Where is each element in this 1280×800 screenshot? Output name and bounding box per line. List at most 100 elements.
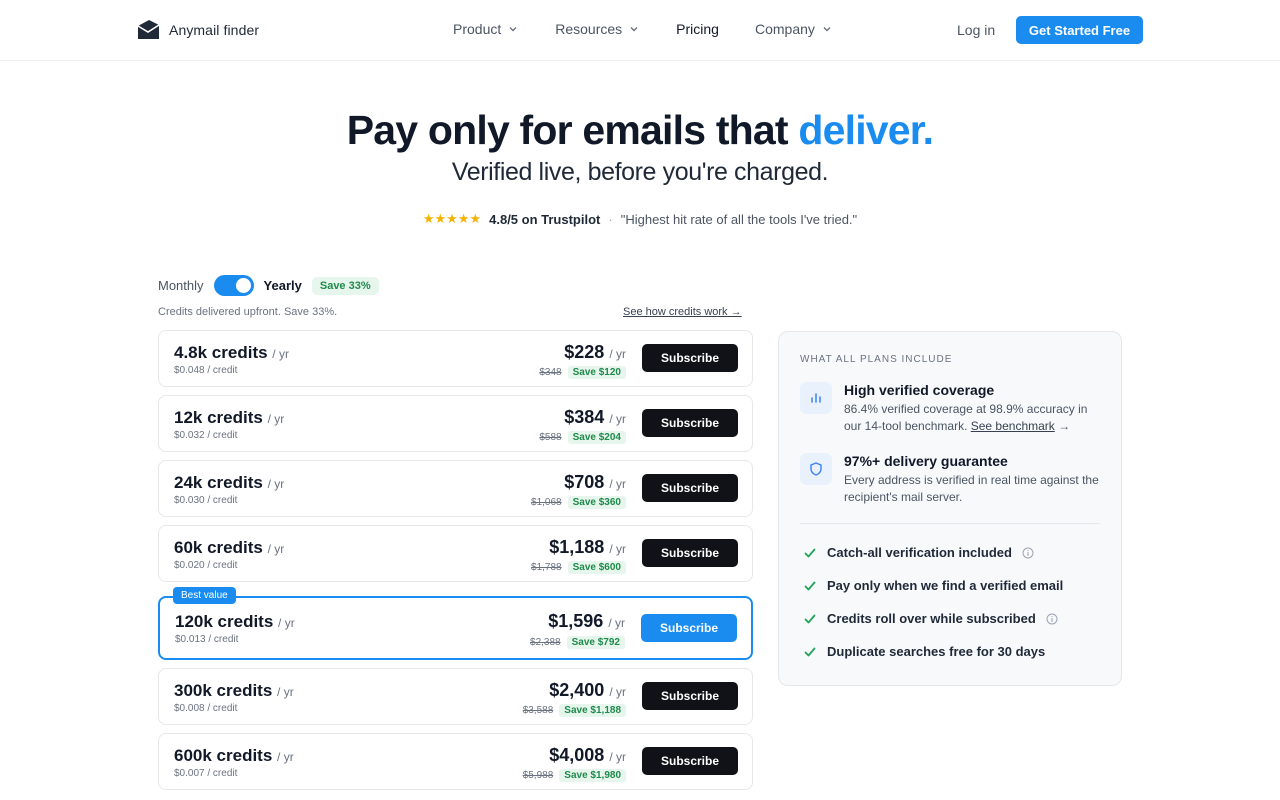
plan-row: 60k credits / yr $0.020 / credit $1,188 …	[158, 525, 753, 582]
nav-resources[interactable]: Resources	[555, 21, 640, 37]
plan-per-credit: $0.008 / credit	[174, 703, 238, 714]
shield-icon	[800, 453, 832, 485]
plan-price-value: $1,188	[549, 537, 605, 557]
subscribe-button[interactable]: Subscribe	[642, 682, 738, 710]
login-link[interactable]: Log in	[957, 22, 995, 38]
plan-price-value: $4,008	[549, 745, 605, 765]
check-item-label: Duplicate searches free for 30 days	[827, 644, 1046, 659]
best-value-badge: Best value	[173, 587, 236, 604]
plan-original-price: $5,988	[522, 770, 554, 781]
subscribe-button[interactable]: Subscribe	[642, 344, 738, 372]
check-icon	[804, 548, 816, 557]
check-item: Duplicate searches free for 30 days	[803, 644, 1045, 659]
check-item-label: Credits roll over while subscribed	[827, 611, 1036, 626]
page-title: Pay only for emails that deliver.	[0, 107, 1280, 154]
nav-pricing[interactable]: Pricing	[676, 21, 719, 37]
plan-price-unit: / yr	[609, 412, 626, 426]
plan-price-unit: / yr	[609, 477, 626, 491]
plan-credits-unit: / yr	[267, 477, 285, 491]
monthly-label[interactable]: Monthly	[158, 278, 204, 293]
check-item: Catch-all verification included	[803, 545, 1034, 560]
plan-original-price: $2,388	[530, 637, 561, 648]
plan-savings: $588 Save $204	[539, 431, 626, 444]
plan-original-price: $348	[539, 367, 562, 378]
info-icon[interactable]	[1022, 547, 1034, 559]
plan-savings: $5,988 Save $1,980	[523, 769, 626, 782]
credits-info-link[interactable]: See how credits work →	[623, 306, 742, 318]
plan-save-badge: Save $120	[567, 366, 626, 379]
arrow-right-icon: →	[1058, 419, 1071, 433]
plan-price: $2,400 / yr	[549, 680, 626, 701]
check-icon	[804, 647, 816, 656]
plan-price: $384 / yr	[564, 407, 626, 428]
plan-per-credit: $0.048 / credit	[174, 365, 238, 376]
check-item-label: Catch-all verification included	[827, 545, 1012, 560]
plan-row: 12k credits / yr $0.032 / credit $384 / …	[158, 395, 753, 452]
testimonial-quote: "Highest hit rate of all the tools I've …	[620, 211, 858, 227]
nav-company-label: Company	[754, 21, 815, 37]
plan-credits-unit: / yr	[267, 542, 285, 556]
plan-credits-value: 60k credits	[174, 538, 263, 557]
title-main: Pay only for emails that	[346, 107, 799, 153]
separator-dot: ·	[608, 211, 613, 227]
subscribe-button[interactable]: Subscribe	[642, 747, 738, 775]
feature-description: Every address is verified in real time a…	[844, 473, 1099, 504]
see-benchmark-link[interactable]: See benchmark	[971, 419, 1055, 433]
plan-credits: 120k credits / yr	[175, 612, 295, 632]
brand-name: Anymail finder	[169, 21, 260, 38]
check-icon	[804, 581, 816, 590]
subscribe-button[interactable]: Subscribe	[642, 474, 738, 502]
brand-logo[interactable]: Anymail finder	[137, 18, 259, 41]
plan-original-price: $588	[539, 432, 562, 443]
info-icon[interactable]	[1046, 613, 1058, 625]
subscribe-button[interactable]: Subscribe	[642, 539, 738, 567]
feature-title: High verified coverage	[844, 382, 995, 398]
plan-original-price: $1,788	[531, 562, 562, 573]
feature-delivery: 97%+ delivery guarantee Every address is…	[800, 453, 1105, 513]
chevron-down-icon	[823, 27, 831, 32]
billing-period-toggle[interactable]	[213, 275, 254, 296]
check-item: Credits roll over while subscribed	[803, 611, 1058, 626]
plan-credits: 24k credits / yr	[174, 473, 284, 493]
billing-toggle-row: Monthly Yearly Save 33%	[158, 275, 379, 296]
title-accent: deliver.	[798, 107, 934, 153]
yearly-label[interactable]: Yearly	[264, 278, 302, 293]
nav-resources-label: Resources	[555, 21, 623, 37]
plan-price-value: $2,400	[549, 680, 605, 700]
plan-credits-value: 120k credits	[175, 612, 274, 631]
site-header: Anymail finder Product Resources Pricing…	[0, 0, 1280, 61]
page-subtitle: Verified live, before you're charged.	[451, 158, 829, 186]
plan-credits-value: 24k credits	[174, 473, 263, 492]
feature-coverage: High verified coverage 86.4% verified co…	[800, 382, 1105, 442]
card-divider	[800, 523, 1100, 524]
plan-includes-card: WHAT ALL PLANS INCLUDE High verified cov…	[778, 331, 1122, 686]
plan-original-price: $1,068	[531, 497, 562, 508]
plan-price-unit: / yr	[609, 685, 626, 699]
plan-price: $1,188 / yr	[549, 537, 626, 558]
plan-credits: 4.8k credits / yr	[174, 343, 289, 363]
nav-product[interactable]: Product	[453, 21, 519, 37]
get-started-button[interactable]: Get Started Free	[1016, 16, 1143, 44]
plan-per-credit: $0.007 / credit	[174, 768, 238, 779]
subscribe-button[interactable]: Subscribe	[642, 409, 738, 437]
plan-credits-value: 300k credits	[174, 681, 273, 700]
plan-per-credit: $0.030 / credit	[174, 495, 238, 506]
main-nav: Product Resources Pricing Company	[453, 21, 869, 37]
plan-savings: $348 Save $120	[539, 366, 626, 379]
save-badge: Save 33%	[311, 276, 379, 295]
plan-credits: 60k credits / yr	[174, 538, 284, 558]
subscribe-button[interactable]: Subscribe	[641, 614, 737, 642]
plan-price-unit: / yr	[609, 542, 626, 556]
plan-credits-value: 4.8k credits	[174, 343, 268, 362]
plan-savings: $2,388 Save $792	[530, 636, 625, 649]
plan-credits-unit: / yr	[277, 685, 294, 699]
nav-company[interactable]: Company	[755, 21, 833, 37]
plan-row: 300k credits / yr $0.008 / credit $2,400…	[158, 668, 753, 725]
plan-row: 4.8k credits / yr $0.048 / credit $228 /…	[158, 330, 753, 387]
plan-credits: 600k credits / yr	[174, 746, 294, 766]
billing-note: Credits delivered upfront. Save 33%.	[158, 306, 338, 318]
plan-credits-unit: / yr	[267, 412, 285, 426]
star-rating-icon: ★★★★★	[422, 211, 482, 226]
plan-save-badge: Save $792	[566, 636, 625, 649]
plan-price-unit: / yr	[609, 750, 626, 764]
